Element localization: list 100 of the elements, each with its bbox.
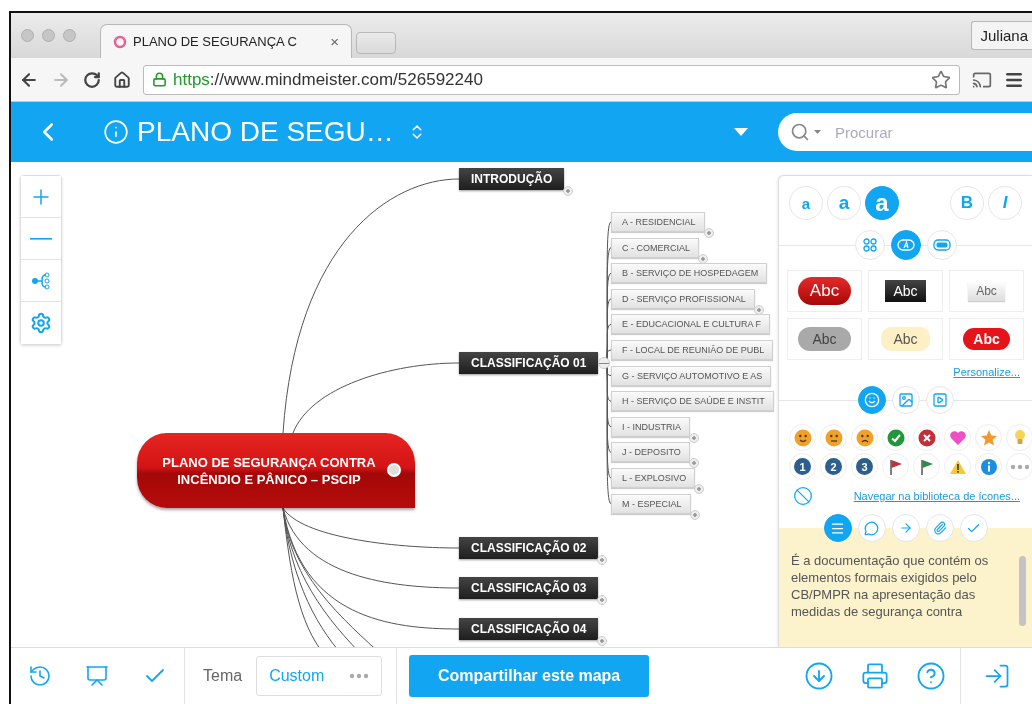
new-tab-button[interactable] [356,32,396,54]
subtopic-node[interactable]: D - SERVIÇO PROFISSIONAL [611,288,755,309]
reload-icon[interactable] [83,70,101,89]
subtopic-node[interactable]: H - SERVIÇO DE SAÚDE E INSTIT [611,391,774,412]
media-tab[interactable] [857,386,886,414]
topic-node[interactable]: CLASSIFICAÇÃO 01 [459,352,599,374]
icon-option[interactable] [913,453,940,480]
icon-option[interactable] [944,424,971,451]
zoom-in-button[interactable] [21,176,61,218]
close-tab-button[interactable]: × [330,33,339,50]
subtopic-node[interactable]: G - SERVIÇO AUTOMOTIVO E AS [611,365,772,386]
speech-bubble-icon [864,520,879,536]
more-icon [349,673,370,679]
search-field[interactable]: Procurar [778,113,1032,151]
topic-node[interactable]: CLASSIFICAÇÃO 03 [459,577,599,599]
style-option[interactable]: Abc [868,270,943,312]
number-icon: 1 [794,458,811,475]
subtopic-node[interactable]: I - INDUSTRIA [611,416,690,437]
icon-option[interactable] [882,424,909,451]
style-option[interactable]: Abc [949,318,1024,360]
note-text: É a documentação que contém os elementos formais exigidos pelo CB/PMPR na apresentação das medidas de segurança contra [791,552,990,621]
branches-icon [31,271,51,290]
tab-title: PLANO DE SEGURANÇA C [133,34,298,49]
settings-button[interactable] [21,302,61,344]
icon-option[interactable] [975,453,1002,480]
expand-button[interactable] [563,186,574,196]
help-button[interactable] [916,661,947,691]
caret-icon[interactable] [734,128,748,136]
style-option[interactable]: Abc [949,270,1024,312]
heart-icon [948,429,967,446]
flag-icon [887,457,904,476]
info-icon [979,457,998,476]
download-button[interactable] [803,661,834,691]
subtopic-node[interactable]: B - SERVIÇO DE HOSPEDAGEM [611,263,768,284]
number-icon: 2 [825,458,842,475]
flag-icon [918,457,935,476]
expand-button[interactable] [597,595,608,605]
icon-option[interactable]: 3 [851,453,878,480]
lightbulb-icon [1013,429,1026,446]
icon-option[interactable] [944,453,971,480]
branches-button[interactable] [21,260,61,302]
zoom-out-button[interactable] [21,218,61,260]
profile-button[interactable]: Juliana [971,21,1032,50]
subtopic-node[interactable]: E - EDUCACIONAL E CULTURA F [611,314,771,335]
info-icon[interactable] [103,119,129,145]
style-option[interactable]: Abc [787,318,862,360]
neutral-face-icon [824,428,843,447]
subtopic-node[interactable]: A - RESIDENCIAL [611,212,705,232]
paperclip-icon [932,521,947,535]
style-tab[interactable] [890,230,921,260]
icon-option[interactable]: 2 [820,453,847,480]
more-icon [1009,463,1030,470]
note-tab[interactable] [823,514,852,542]
expand-button[interactable] [597,555,608,565]
subtopic-node[interactable]: M - ESPECIAL [611,493,691,514]
style-option[interactable]: Abc [787,270,862,312]
expand-button[interactable] [597,636,608,646]
icon-option[interactable] [882,453,909,480]
cross-icon [917,428,936,447]
icon-option[interactable] [820,424,847,451]
topic-node[interactable]: INTRODUÇÃO [459,168,565,190]
play-icon [931,392,948,408]
printer-icon [861,662,889,690]
collapse-button[interactable] [598,357,611,369]
window-button[interactable] [63,29,76,42]
subtopic-node[interactable]: L - EXPLOSIVO [611,468,696,488]
icon-option[interactable] [851,424,878,451]
icon-option[interactable]: 1 [789,453,816,480]
icon-option[interactable] [913,424,940,451]
home-icon[interactable] [113,70,131,89]
subtopic-node[interactable]: J - DEPOSITO [611,442,690,463]
window-button[interactable] [21,29,34,42]
topic-node[interactable]: CLASSIFICAÇÃO 04 [459,618,599,640]
browser-tab[interactable]: PLANO DE SEGURANÇA C × [100,24,352,58]
smiley-icon [793,428,812,447]
number-icon: 3 [856,458,873,475]
print-button[interactable] [861,662,889,690]
map-title: PLANO DE SEGU… [137,116,394,148]
smiley-icon [863,392,880,408]
search-icon [790,122,810,142]
favicon-icon [113,34,127,49]
subtopic-node[interactable]: F - LOCAL DE REUNIÃO DE PUBL [611,340,774,360]
address-field[interactable]: https://www.mindmeister.com/526592240 [143,64,960,95]
bookmark-star-icon[interactable] [931,69,951,90]
history-icon [27,664,52,688]
presentation-icon [85,664,110,688]
history-button[interactable] [27,664,52,688]
help-icon [916,661,947,691]
topic-node[interactable]: CLASSIFICAÇÃO 02 [459,537,599,559]
style-option[interactable]: Abc [868,318,943,360]
no-icon-icon[interactable] [793,486,813,506]
subtopic-node[interactable]: C - COMERCIAL [611,237,699,258]
check-icon [886,428,905,447]
icon-option[interactable] [789,424,816,451]
caret-icon [814,130,821,134]
presentation-button[interactable] [85,664,110,688]
scrollbar[interactable] [1019,556,1026,626]
window-button[interactable] [42,29,55,42]
image-icon [897,392,914,408]
root-topic[interactable]: PLANO DE SEGURANÇA CONTRA INCÊNDIO E PÂNICO – PSCIP [137,433,415,508]
